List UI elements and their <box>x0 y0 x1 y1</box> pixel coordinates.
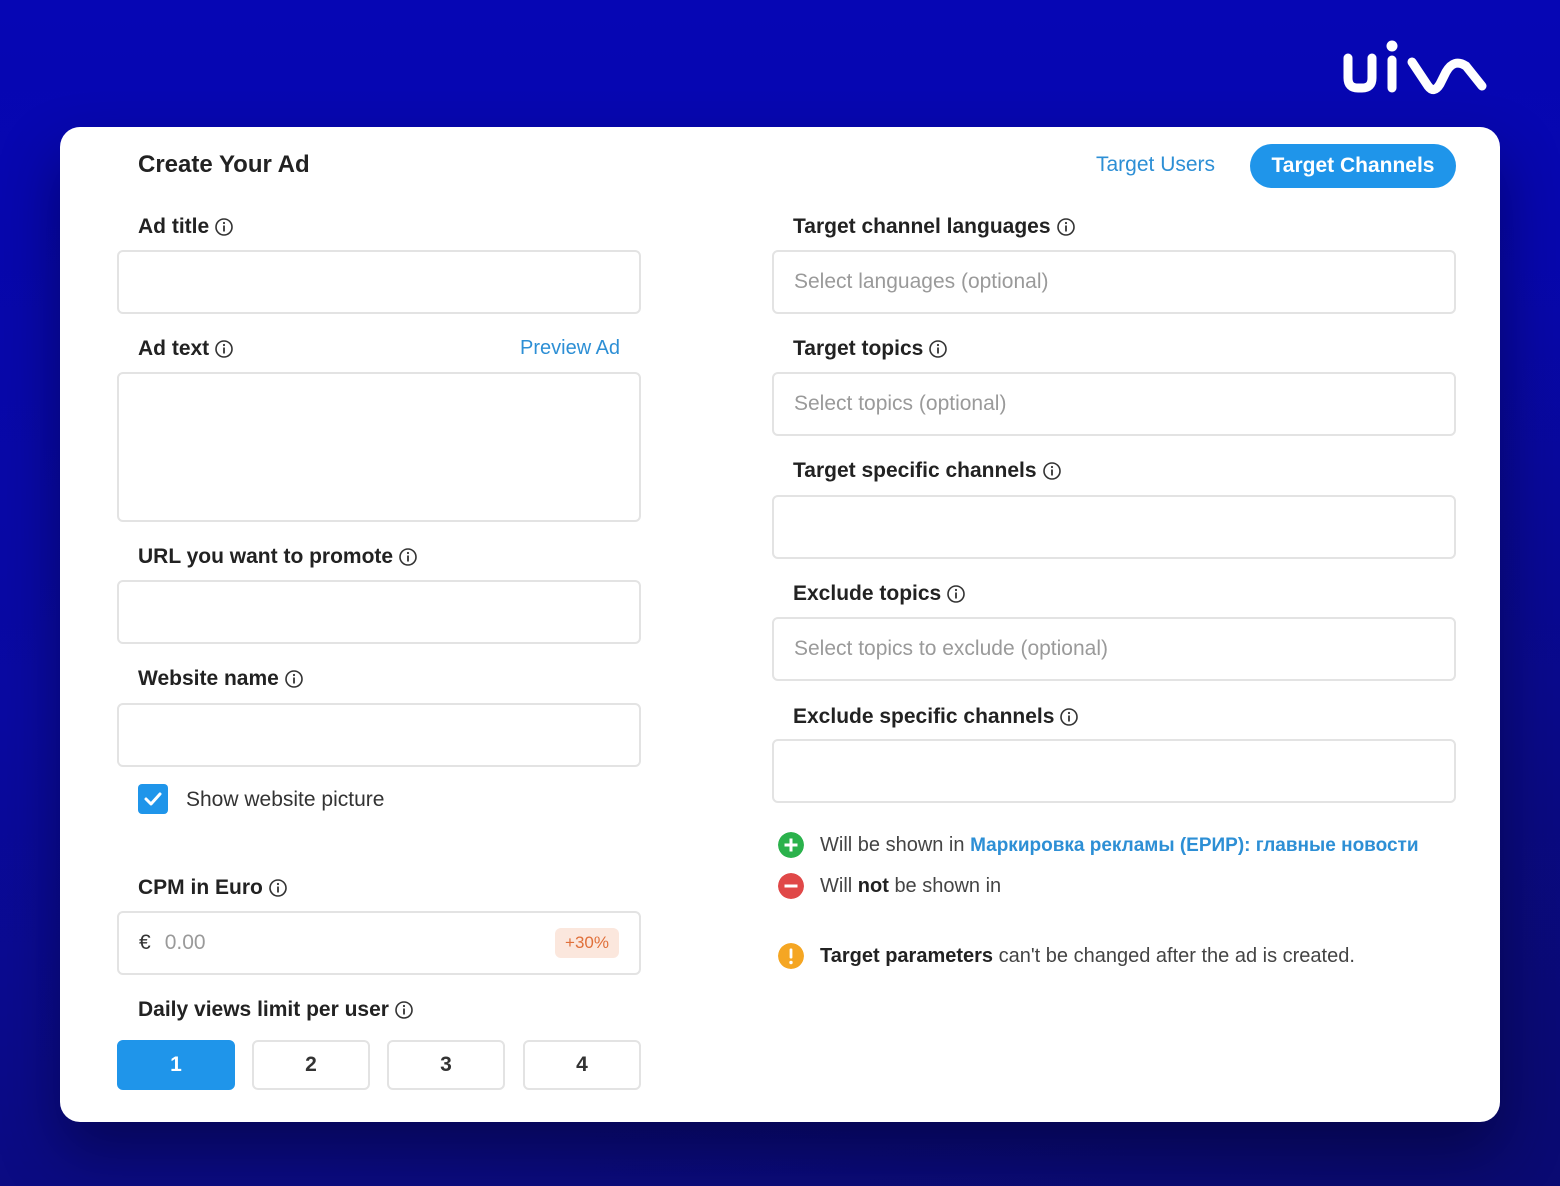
page-title: Create Your Ad <box>138 151 310 178</box>
languages-label-text: Target channel languages <box>793 215 1051 238</box>
warning-line: Target parameters can't be changed after… <box>778 943 1355 969</box>
shown-in-prefix: Will be shown in <box>820 833 965 856</box>
ad-text-textarea[interactable] <box>117 372 641 522</box>
info-icon[interactable] <box>215 218 233 236</box>
euro-symbol: € <box>139 931 151 954</box>
not-shown-prefix-end: be shown in <box>894 874 1002 897</box>
specific-channels-label: Target specific channels <box>793 459 1061 483</box>
preview-ad-link[interactable]: Preview Ad <box>520 337 620 360</box>
languages-select[interactable]: Select languages (optional) <box>772 250 1456 314</box>
url-input[interactable] <box>117 580 641 644</box>
warning-icon <box>778 943 804 969</box>
minus-circle-icon <box>778 873 804 899</box>
cpm-label: CPM in Euro <box>138 876 287 900</box>
topics-select[interactable]: Select topics (optional) <box>772 372 1456 436</box>
ad-text-label-text: Ad text <box>138 337 210 360</box>
cpm-placeholder: 0.00 <box>164 931 206 954</box>
url-label: URL you want to promote <box>138 545 417 569</box>
shown-in-line: Will be shown in Маркировка рекламы (ЕРИ… <box>778 832 1419 858</box>
daily-views-option-3[interactable]: 3 <box>387 1040 505 1090</box>
info-icon[interactable] <box>269 879 287 897</box>
exclude-topics-placeholder: Select topics to exclude (optional) <box>794 637 1109 660</box>
info-icon[interactable] <box>947 585 966 603</box>
ad-title-input[interactable] <box>117 250 641 314</box>
not-shown-emphasis: not <box>857 874 889 897</box>
website-name-input[interactable] <box>117 703 641 767</box>
create-ad-card: Create Your Ad Target Users Target Chann… <box>60 127 1500 1122</box>
exclude-channels-label-text: Exclude specific channels <box>793 705 1055 728</box>
exclude-channels-label: Exclude specific channels <box>793 705 1079 729</box>
warning-emphasis: Target parameters <box>820 944 994 967</box>
info-icon[interactable] <box>1056 218 1075 236</box>
plus-circle-icon <box>778 832 804 858</box>
website-name-label: Website name <box>138 667 303 691</box>
tab-target-users[interactable]: Target Users <box>1096 153 1215 177</box>
cpm-label-text: CPM in Euro <box>138 876 263 899</box>
website-name-label-text: Website name <box>138 667 279 690</box>
exclude-topics-select[interactable]: Select topics to exclude (optional) <box>772 617 1456 681</box>
brand-logo <box>1343 40 1487 94</box>
info-icon[interactable] <box>929 340 948 358</box>
warning-text: can't be changed after the ad is created… <box>998 944 1355 967</box>
ad-text-label: Ad text <box>138 337 233 361</box>
info-icon[interactable] <box>1060 708 1079 726</box>
exclude-topics-label: Exclude topics <box>793 582 966 606</box>
topics-placeholder: Select topics (optional) <box>794 392 1007 415</box>
specific-channels-label-text: Target specific channels <box>793 459 1037 482</box>
daily-views-label-text: Daily views limit per user <box>138 998 389 1021</box>
ad-title-label: Ad title <box>138 215 233 239</box>
daily-views-label: Daily views limit per user <box>138 998 413 1022</box>
daily-views-option-2[interactable]: 2 <box>252 1040 370 1090</box>
daily-views-option-1[interactable]: 1 <box>117 1040 235 1090</box>
exclude-channels-input[interactable] <box>772 739 1456 803</box>
url-label-text: URL you want to promote <box>138 545 394 568</box>
cpm-markup-badge: +30% <box>555 928 619 958</box>
info-icon[interactable] <box>215 340 233 358</box>
specific-channels-input[interactable] <box>772 495 1456 559</box>
languages-label: Target channel languages <box>793 215 1075 239</box>
ad-title-label-text: Ad title <box>138 215 210 238</box>
shown-in-channel-link[interactable]: Маркировка рекламы (ЕРИР): главные новос… <box>970 835 1418 856</box>
not-shown-in-line: Will not be shown in <box>778 873 1001 899</box>
topics-label-text: Target topics <box>793 337 924 360</box>
info-icon[interactable] <box>395 1001 413 1019</box>
checkmark-icon <box>144 792 162 806</box>
info-icon[interactable] <box>399 548 417 566</box>
cpm-input[interactable]: € 0.00 +30% <box>117 911 641 975</box>
info-icon[interactable] <box>1042 462 1061 480</box>
not-shown-prefix-start: Will <box>820 874 853 897</box>
languages-placeholder: Select languages (optional) <box>794 270 1049 293</box>
show-picture-label[interactable]: Show website picture <box>186 784 386 815</box>
exclude-topics-label-text: Exclude topics <box>793 582 942 605</box>
info-icon[interactable] <box>285 670 303 688</box>
tab-target-channels[interactable]: Target Channels <box>1250 144 1456 188</box>
topics-label: Target topics <box>793 337 948 361</box>
show-picture-checkbox[interactable] <box>138 784 168 814</box>
daily-views-option-4[interactable]: 4 <box>523 1040 641 1090</box>
